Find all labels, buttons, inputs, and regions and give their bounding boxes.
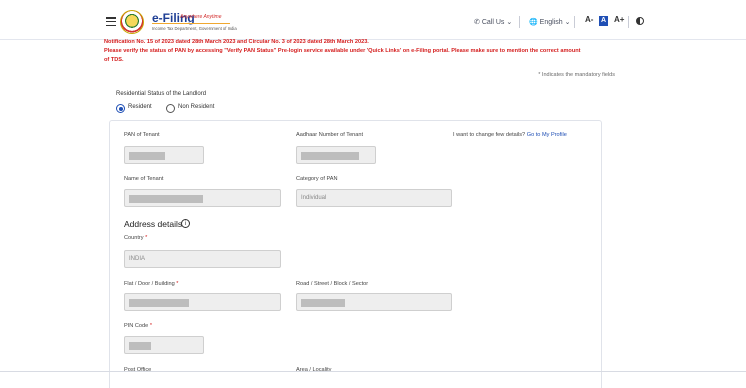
masked-value	[129, 299, 189, 307]
notice-text: Notification No. 15 of 2023 dated 28th M…	[104, 39, 616, 66]
name-tenant-label: Name of Tenant	[124, 176, 164, 182]
chevron-down-icon: ⌄	[506, 19, 513, 26]
call-us-label: Call Us	[481, 19, 505, 26]
mandatory-note: * Indicates the mandatory fields	[538, 72, 615, 78]
masked-value	[301, 299, 345, 307]
masked-value	[129, 195, 203, 203]
country-label: Country *	[124, 235, 147, 241]
top-header: e-Filing Anywhere Anytime Income Tax Dep…	[0, 0, 746, 40]
post-office-label: Post Office	[124, 367, 152, 373]
pin-label-text: PIN Code	[124, 323, 149, 329]
area-locality-label: Area / Locality	[296, 367, 332, 373]
notice-line-0: Notification No. 15 of 2023 dated 28th M…	[104, 39, 369, 45]
radio-resident-label[interactable]: Resident	[128, 104, 152, 110]
road-field	[296, 293, 452, 311]
chevron-down-icon: ⌄	[564, 19, 571, 26]
required-mark: *	[149, 323, 153, 329]
pan-tenant-label: PAN of Tenant	[124, 132, 160, 138]
font-increase-button[interactable]: A+	[614, 15, 624, 24]
hamburger-icon[interactable]	[106, 17, 116, 29]
logo-underline	[152, 23, 230, 24]
globe-icon: 🌐	[529, 19, 538, 26]
logo-subtitle: Income Tax Department, Government of Ind…	[152, 26, 237, 31]
font-decrease-button[interactable]: A-	[585, 15, 593, 24]
pin-code-field	[124, 336, 204, 354]
go-to-profile-link[interactable]: Go to My Profile	[527, 132, 567, 138]
change-details-question: I want to change few details?	[453, 132, 526, 138]
aadhaar-label: Aadhaar Number of Tenant	[296, 132, 364, 138]
logo-tagline: Anywhere Anytime	[180, 14, 222, 20]
info-icon[interactable]: i	[181, 219, 190, 228]
required-mark: *	[176, 281, 179, 287]
category-pan-label: Category of PAN	[296, 176, 338, 182]
category-pan-field: Individual	[296, 189, 452, 207]
call-us-button[interactable]: ✆ Call Us ⌄	[474, 18, 512, 26]
phone-icon: ✆	[474, 19, 480, 26]
flat-label-text: Flat / Door / Building	[124, 281, 175, 287]
masked-value	[129, 342, 151, 350]
divider	[628, 16, 629, 28]
language-selector[interactable]: 🌐 English ⌄	[529, 18, 570, 26]
page-divider	[0, 371, 746, 372]
required-mark: *	[145, 235, 148, 241]
divider	[519, 16, 520, 28]
pan-tenant-field	[124, 146, 204, 164]
flat-label: Flat / Door / Building *	[124, 281, 178, 287]
divider	[574, 16, 575, 28]
notice-line-1: Please verify the status of PAN by acces…	[104, 48, 581, 54]
pin-code-label: PIN Code *	[124, 323, 152, 329]
country-field: INDIA	[124, 250, 281, 268]
country-label-text: Country	[124, 235, 144, 241]
emblem-logo	[120, 10, 144, 34]
radio-resident[interactable]	[116, 104, 125, 113]
residential-status-label: Residential Status of the Landlord	[116, 91, 207, 97]
radio-non-resident[interactable]	[166, 104, 175, 113]
name-tenant-field	[124, 189, 281, 207]
masked-value	[301, 152, 359, 160]
aadhaar-field	[296, 146, 376, 164]
masked-value	[129, 152, 165, 160]
language-label: English	[539, 19, 563, 26]
change-details-text: I want to change few details? Go to My P…	[453, 132, 567, 138]
notice-line-2: of TDS.	[104, 57, 124, 64]
road-label: Road / Street / Block / Sector	[296, 281, 369, 287]
radio-non-resident-label[interactable]: Non Resident	[178, 104, 214, 110]
font-normal-button[interactable]: A	[599, 16, 608, 26]
flat-field	[124, 293, 281, 311]
address-details-title: Address details	[124, 219, 183, 229]
contrast-icon[interactable]	[636, 17, 644, 25]
